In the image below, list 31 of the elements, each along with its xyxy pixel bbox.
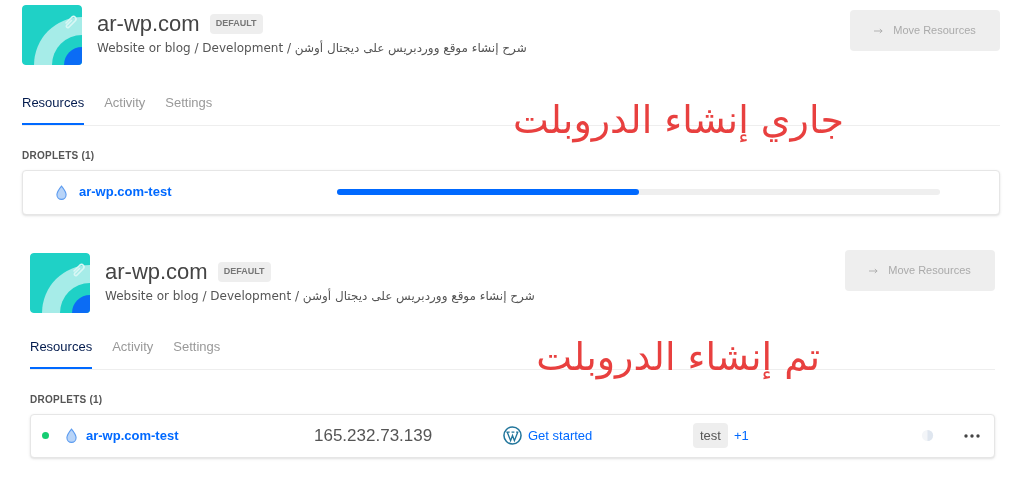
default-label: DEFAULT [217, 262, 271, 282]
droplet-icon [56, 184, 67, 200]
tab[interactable]: Activity [112, 335, 154, 369]
project-icon [30, 253, 90, 313]
project-icon [22, 5, 82, 65]
tab[interactable]: Settings [165, 91, 213, 125]
tab[interactable]: Activity [104, 91, 146, 125]
more-tags-link[interactable]: +1 [733, 425, 749, 446]
more-icon[interactable] [964, 433, 980, 438]
tab[interactable]: Resources [30, 335, 93, 369]
tag: test [693, 422, 728, 449]
droplet-link[interactable]: ar-wp.com-test [86, 425, 236, 446]
get-started-link[interactable]: Get started [503, 425, 693, 446]
default-label: DEFAULT [209, 14, 263, 34]
section-heading: DROPLETS (1) [22, 148, 96, 163]
droplet-icon [66, 428, 77, 443]
tab[interactable]: Resources [22, 91, 85, 125]
project-subtitle: Website or blog / Development / شرح إنشاء موقع ووردبريس على ديجتال أوشن [97, 39, 527, 57]
tab[interactable]: Settings [173, 335, 221, 369]
toggle-icon[interactable] [921, 429, 934, 442]
ip-address: 165.232.73.139 [314, 424, 434, 447]
project-subtitle: Website or blog / Development / شرح إنشاء موقع ووردبريس على ديجتال أوشن [105, 287, 535, 305]
arrow-icon [874, 27, 884, 34]
wordpress-icon [503, 426, 522, 445]
arrow-icon [869, 267, 879, 274]
annotation-text: جاري إنشاء الدروبلت [512, 98, 844, 142]
project-title: ar-wp.com [97, 11, 200, 37]
annotation-text: تم إنشاء الدروبلت [536, 335, 820, 379]
droplet-link[interactable]: ar-wp.com-test [79, 182, 229, 202]
project-title: ar-wp.com [105, 259, 208, 285]
section-heading: DROPLETS (1) [30, 392, 104, 407]
